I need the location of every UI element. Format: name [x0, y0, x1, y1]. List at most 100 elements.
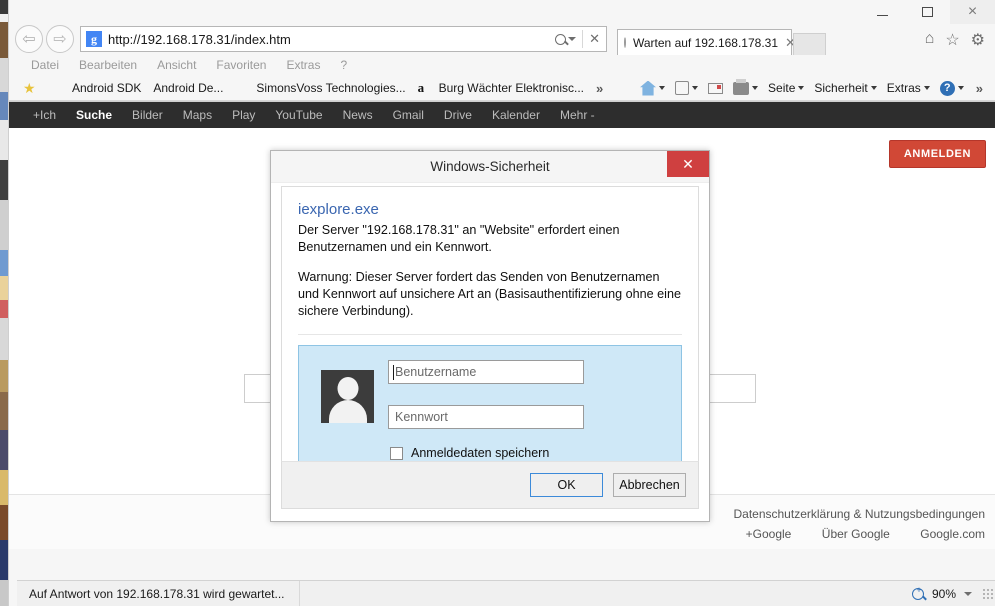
command-sicherheit[interactable]: Sicherheit [810, 81, 880, 95]
favorite-label: Burg Wächter Elektronisc... [438, 81, 585, 95]
menu-item-datei[interactable]: Datei [21, 58, 69, 72]
gear-icon[interactable]: ⚙ [971, 30, 985, 50]
chevron-down-icon[interactable] [964, 591, 972, 596]
footer-link-plus-google[interactable]: +Google [746, 527, 792, 541]
chevron-down-icon [692, 86, 699, 90]
chevron-down-icon[interactable] [568, 37, 577, 41]
divider [582, 30, 584, 48]
username-input[interactable]: Benutzername [388, 360, 584, 384]
menu-item-favoriten[interactable]: Favoriten [206, 58, 276, 72]
favorite-label: SimonsVoss Technologies... [256, 81, 406, 95]
gnav-mehr[interactable]: Mehr - [550, 108, 605, 122]
zoom-control[interactable]: 90% [911, 584, 995, 601]
search-icon[interactable] [555, 33, 567, 45]
maximize-icon [922, 7, 933, 17]
footer-link-datenschutz[interactable]: Datenschutzerklärung & Nutzungsbedingung… [733, 507, 985, 521]
favorite-burg-waechter[interactable]: a Burg Wächter Elektronisc... [412, 80, 590, 96]
android-icon [51, 80, 67, 96]
dialog-close-button[interactable]: ✕ [667, 151, 709, 177]
tab-warten[interactable]: Warten auf 192.168.178.31 ✕ [617, 29, 796, 55]
gnav-kalender[interactable]: Kalender [482, 108, 550, 122]
chevron-down-icon [752, 86, 759, 90]
resize-grip[interactable] [982, 587, 994, 600]
window-controls: × [860, 0, 995, 24]
back-button[interactable]: ⇦ [15, 25, 43, 53]
gnav-maps[interactable]: Maps [173, 108, 222, 122]
simonsvoss-icon [235, 80, 251, 96]
favorite-label: Android SDK [72, 81, 142, 95]
avatar-head [337, 377, 358, 400]
gnav-news[interactable]: News [333, 108, 383, 122]
loading-spinner-icon [624, 37, 626, 48]
remember-credentials-row[interactable]: Anmeldedaten speichern [388, 446, 667, 460]
windows-security-dialog: Windows-Sicherheit ✕ iexplore.exe Der Se… [270, 150, 710, 522]
stop-loading-icon[interactable]: ✕ [589, 31, 600, 47]
footer-link-ueber-google[interactable]: Über Google [822, 527, 890, 541]
mail-icon [708, 82, 724, 94]
dialog-content: iexplore.exe Der Server "192.168.178.31"… [281, 186, 699, 486]
remember-credentials-checkbox[interactable] [390, 446, 403, 460]
dialog-button-row: OK Abbrechen [281, 461, 699, 509]
home-icon[interactable]: ⌂ [925, 30, 935, 50]
favorite-android-de[interactable]: Android De... [147, 81, 229, 95]
favorites-bar: ★ Android SDK Android De... SimonsVoss T… [9, 76, 995, 101]
dialog-warning: Warnung: Dieser Server fordert das Sende… [298, 270, 681, 318]
address-bar[interactable]: g http://192.168.178.31/index.htm ✕ [80, 26, 607, 52]
menu-item-extras[interactable]: Extras [276, 58, 330, 72]
menu-item-help[interactable]: ? [330, 58, 357, 72]
command-extras[interactable]: Extras [883, 81, 934, 95]
command-feeds[interactable] [671, 81, 702, 95]
gnav-bilder[interactable]: Bilder [122, 108, 173, 122]
avatar-body [328, 400, 367, 423]
command-help[interactable]: ? [936, 80, 968, 96]
maximize-button[interactable] [905, 0, 950, 24]
command-bar: Seite Sicherheit Extras ? » [636, 78, 995, 96]
password-input[interactable]: Kennwort [388, 405, 584, 429]
chevron-down-icon [923, 86, 930, 90]
gnav-suche[interactable]: Suche [66, 108, 122, 122]
close-window-button[interactable]: × [950, 0, 995, 24]
favorites-overflow-icon[interactable]: » [590, 81, 609, 96]
avatar [321, 370, 374, 423]
divider [298, 580, 300, 606]
ok-button[interactable]: OK [530, 473, 603, 497]
forward-button[interactable]: ⇨ [46, 25, 74, 53]
minimize-icon [877, 14, 888, 16]
text-caret [393, 365, 394, 380]
cancel-button[interactable]: Abbrechen [613, 473, 686, 497]
footer-link-google-com[interactable]: Google.com [920, 527, 985, 541]
credentials-panel: Benutzername Kennwort Anmeldedaten speic… [298, 345, 682, 463]
command-print[interactable] [729, 78, 762, 95]
favorites-add-button[interactable]: ★ [17, 80, 45, 96]
favorites-star-icon[interactable]: ☆ [945, 30, 959, 50]
amazon-icon: a [417, 80, 425, 95]
browser-toolbar-icons: ⌂ ☆ ⚙ [925, 30, 985, 50]
menu-item-bearbeiten[interactable]: Bearbeiten [69, 58, 147, 72]
dialog-app-name: iexplore.exe [298, 201, 379, 218]
command-seite[interactable]: Seite [764, 81, 808, 95]
close-icon: × [967, 3, 978, 20]
command-home[interactable] [636, 80, 669, 96]
dialog-message: Der Server "192.168.178.31" an "Website"… [298, 223, 620, 254]
menu-bar: Datei Bearbeiten Ansicht Favoriten Extra… [9, 54, 995, 76]
gnav-plus-ich[interactable]: +Ich [23, 108, 66, 122]
command-overflow-icon[interactable]: » [970, 81, 989, 96]
site-favicon-icon: g [86, 31, 102, 47]
minimize-button[interactable] [860, 0, 905, 24]
tab-title: Warten auf 192.168.178.31 [633, 35, 778, 50]
gnav-play[interactable]: Play [222, 108, 265, 122]
dialog-title-bar: Windows-Sicherheit ✕ [271, 151, 709, 183]
favorite-simonsvoss[interactable]: SimonsVoss Technologies... [229, 80, 411, 96]
gnav-drive[interactable]: Drive [434, 108, 482, 122]
gnav-gmail[interactable]: Gmail [383, 108, 434, 122]
signin-button[interactable]: ANMELDEN [888, 140, 986, 168]
home-icon [640, 80, 657, 96]
divider [298, 334, 682, 335]
command-mail[interactable] [704, 82, 727, 94]
chevron-down-icon [798, 86, 805, 90]
new-tab-button[interactable] [793, 33, 826, 55]
menu-item-ansicht[interactable]: Ansicht [147, 58, 206, 72]
tab-strip: Warten auf 192.168.178.31 ✕ [617, 29, 826, 55]
gnav-youtube[interactable]: YouTube [265, 108, 332, 122]
favorite-android-sdk[interactable]: Android SDK [45, 80, 147, 96]
